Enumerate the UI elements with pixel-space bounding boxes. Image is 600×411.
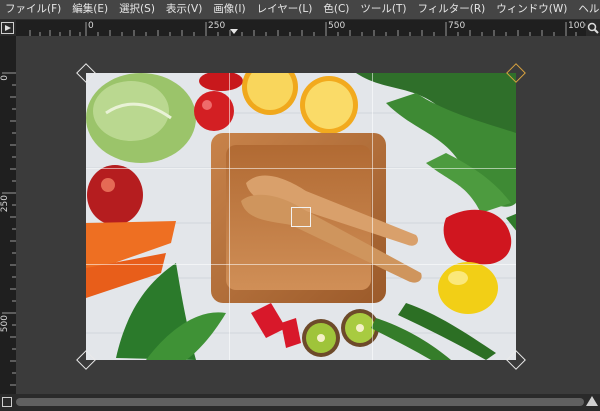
magnifier-icon: [587, 22, 599, 34]
image-canvas[interactable]: [16, 36, 600, 394]
navigate-icon[interactable]: [2, 397, 12, 407]
menu-select[interactable]: 選択(S): [114, 0, 161, 19]
menu-tools[interactable]: ツール(T): [355, 0, 412, 19]
center-move-handle[interactable]: [291, 207, 311, 227]
guide-line-vertical-left: [229, 73, 230, 360]
ruler-label-0: 0: [88, 21, 94, 31]
ruler-label-750: 750: [448, 21, 466, 31]
menu-windows[interactable]: ウィンドウ(W): [491, 0, 573, 19]
ruler-label-500: 500: [328, 21, 346, 31]
vertical-ruler-ticks: [2, 72, 16, 386]
menu-file[interactable]: ファイル(F): [0, 0, 67, 19]
ruler-label-250: 250: [208, 21, 226, 31]
triangle-up-icon[interactable]: [586, 396, 598, 406]
horizontal-ruler-ticks: [29, 22, 577, 36]
menu-help[interactable]: ヘルプ(H): [573, 0, 600, 19]
menu-layer[interactable]: レイヤー(L): [252, 0, 319, 19]
menu-filters[interactable]: フィルター(R): [412, 0, 491, 19]
guide-line-horizontal-top: [86, 168, 516, 169]
menu-bar: ファイル(F) 編集(E) 選択(S) 表示(V) 画像(I) レイヤー(L) …: [0, 0, 600, 20]
menu-edit[interactable]: 編集(E): [67, 0, 114, 19]
horizontal-ruler[interactable]: 0 250 500 750 1000: [16, 20, 591, 36]
ruler-corner-button[interactable]: [0, 20, 16, 36]
ruler-v-label-0: 0: [0, 75, 10, 81]
ruler-v-label-500: 500: [0, 315, 10, 333]
vertical-ruler[interactable]: 0 250 500: [0, 36, 16, 394]
triangle-right-icon: [1, 22, 14, 34]
menu-image[interactable]: 画像(I): [208, 0, 251, 19]
menu-color[interactable]: 色(C): [318, 0, 355, 19]
horizontal-scrollbar[interactable]: [16, 398, 584, 406]
guide-line-horizontal-bottom: [86, 264, 516, 265]
menu-view[interactable]: 表示(V): [161, 0, 208, 19]
pointer-marker-icon: [230, 29, 238, 34]
ruler-v-label-250: 250: [0, 195, 10, 213]
guide-line-vertical-right: [372, 73, 373, 360]
zoom-button[interactable]: [586, 20, 600, 36]
